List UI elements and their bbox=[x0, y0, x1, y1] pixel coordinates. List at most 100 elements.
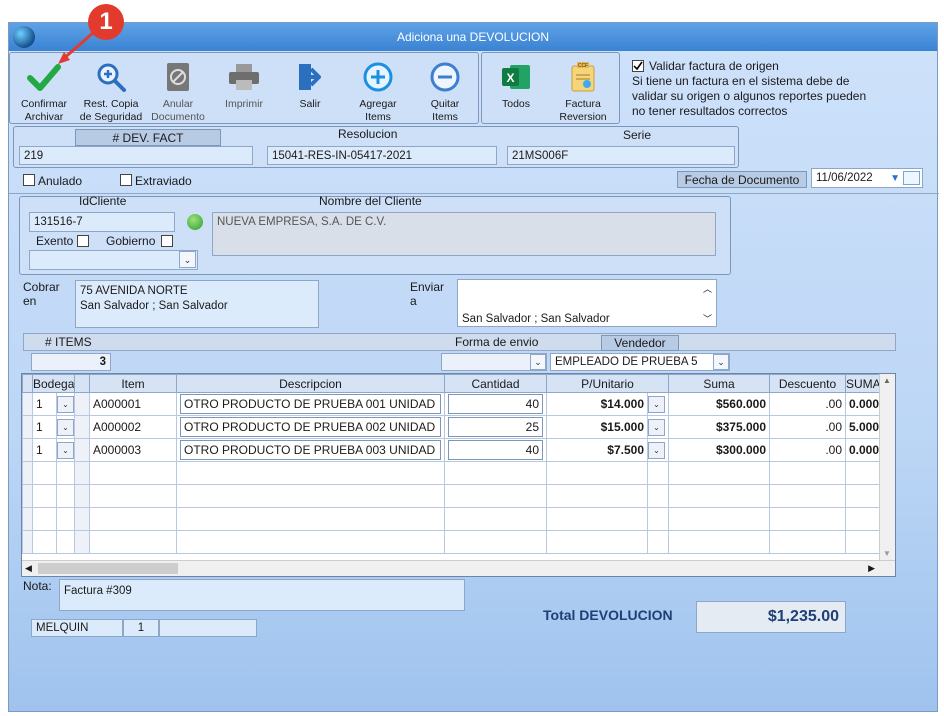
restore-backup-button[interactable]: Rest. Copia de Seguridad bbox=[77, 59, 145, 124]
row-selector[interactable] bbox=[22, 415, 33, 439]
cobrar-field[interactable]: 75 AVENIDA NORTE San Salvador ; San Salv… bbox=[75, 280, 319, 328]
item-cell[interactable]: A000002 bbox=[89, 415, 177, 439]
print-button[interactable]: Imprimir bbox=[213, 59, 275, 111]
col-punitario[interactable]: P/Unitario bbox=[546, 374, 669, 393]
suma-cell[interactable]: $375.000 bbox=[668, 415, 770, 439]
bodega-cell[interactable]: 1 bbox=[32, 415, 57, 439]
scroll-left-arrow-icon[interactable]: ◀ bbox=[25, 563, 32, 574]
cantidad-cell[interactable]: 40 bbox=[444, 438, 547, 462]
scroll-down-arrow-icon[interactable]: ▼ bbox=[883, 549, 891, 558]
date-dropdown-icon[interactable]: ▼ bbox=[890, 170, 900, 187]
scroll-thumb[interactable] bbox=[38, 563, 178, 574]
empty-row[interactable] bbox=[22, 507, 881, 531]
remove-items-button[interactable]: Quitar Items bbox=[414, 59, 476, 124]
punitario-dropdown[interactable]: ⌄ bbox=[647, 392, 669, 416]
dev-fact-field[interactable]: 219 bbox=[19, 146, 253, 165]
chevron-down-icon[interactable]: ⌄ bbox=[713, 354, 729, 370]
serie-field[interactable]: 21MS006F bbox=[507, 146, 735, 165]
bodega-dropdown[interactable]: ⌄ bbox=[56, 392, 75, 416]
chevron-down-icon[interactable]: ⌄ bbox=[648, 395, 665, 413]
chevron-down-icon[interactable]: ⌄ bbox=[57, 418, 74, 436]
annotation-arrow-icon bbox=[58, 30, 95, 64]
confirm-button[interactable]: Confirmar Archivar bbox=[13, 59, 75, 124]
table-row[interactable]: 1 ⌄ A000003 OTRO PRODUCTO DE PRUEBA 003 … bbox=[22, 438, 881, 462]
void-document-button[interactable]: Anular Documento bbox=[147, 59, 209, 124]
cantidad-cell[interactable]: 25 bbox=[444, 415, 547, 439]
item-cell[interactable]: A000003 bbox=[89, 438, 177, 462]
id-cliente-field[interactable]: 131516-7 bbox=[29, 212, 175, 232]
confirm-client-icon[interactable] bbox=[187, 214, 203, 230]
cobrar-label: Cobrar en bbox=[23, 280, 60, 308]
punitario-dropdown[interactable]: ⌄ bbox=[647, 415, 669, 439]
enviar-field[interactable]: San Salvador ; San Salvador San Salvador… bbox=[457, 279, 717, 327]
descripcion-cell[interactable]: OTRO PRODUCTO DE PRUEBA 001 UNIDAD bbox=[176, 392, 445, 416]
calendar-icon[interactable] bbox=[903, 171, 920, 185]
empty-row[interactable] bbox=[22, 461, 881, 485]
col-item[interactable]: Item bbox=[89, 374, 177, 393]
items-table: Bodega Item Descripcion Cantidad P/Unita… bbox=[22, 374, 881, 554]
chevron-down-icon[interactable]: ⌄ bbox=[648, 441, 665, 459]
item-cell[interactable]: A000001 bbox=[89, 392, 177, 416]
descuento-cell[interactable]: .00 bbox=[769, 415, 846, 439]
bodega-dropdown[interactable]: ⌄ bbox=[56, 415, 75, 439]
col-bodega[interactable]: Bodega bbox=[32, 374, 75, 393]
descuento-cell[interactable]: .00 bbox=[769, 438, 846, 462]
nombre-cliente-field[interactable]: NUEVA EMPRESA, S.A. DE C.V. bbox=[212, 212, 716, 256]
suma-cell[interactable]: $560.000 bbox=[668, 392, 770, 416]
descripcion-cell[interactable]: OTRO PRODUCTO DE PRUEBA 002 UNIDAD bbox=[176, 415, 445, 439]
descuento-cell[interactable]: .00 bbox=[769, 392, 846, 416]
horizontal-scrollbar[interactable]: ◀ ▶ bbox=[22, 560, 895, 576]
export-all-button[interactable]: X Todos bbox=[485, 59, 547, 111]
col-cantidad[interactable]: Cantidad bbox=[444, 374, 547, 393]
suma-total-cell[interactable]: 0.000 bbox=[845, 438, 881, 462]
anulado-checkbox[interactable] bbox=[23, 174, 35, 186]
bodega-cell[interactable]: 1 bbox=[32, 438, 57, 462]
scroll-right-arrow-icon[interactable]: ▶ bbox=[868, 563, 875, 574]
vendedor-select[interactable]: EMPLEADO DE PRUEBA 5 ⌄ bbox=[550, 353, 730, 371]
punitario-cell[interactable]: $14.000 bbox=[546, 392, 648, 416]
resolution-field[interactable]: 15041-RES-IN-05417-2021 bbox=[267, 146, 497, 165]
row-selector[interactable] bbox=[22, 392, 33, 416]
empty-row[interactable] bbox=[22, 530, 881, 554]
bodega-cell[interactable]: 1 bbox=[32, 392, 57, 416]
vertical-scrollbar[interactable]: ▲ ▼ bbox=[879, 374, 895, 560]
punitario-dropdown[interactable]: ⌄ bbox=[647, 438, 669, 462]
chevron-down-icon[interactable]: ⌄ bbox=[57, 441, 74, 459]
col-descuento[interactable]: Descuento bbox=[769, 374, 846, 393]
exento-checkbox[interactable] bbox=[77, 235, 89, 247]
cantidad-cell[interactable]: 40 bbox=[444, 392, 547, 416]
grid-header-row: Bodega Item Descripcion Cantidad P/Unita… bbox=[22, 374, 881, 393]
exit-button[interactable]: Salir bbox=[279, 59, 341, 111]
bodega-dropdown[interactable]: ⌄ bbox=[56, 438, 75, 462]
table-row[interactable]: 1 ⌄ A000001 OTRO PRODUCTO DE PRUEBA 001 … bbox=[22, 392, 881, 416]
chevron-down-icon[interactable]: ⌄ bbox=[179, 251, 196, 268]
col-suma[interactable]: Suma bbox=[668, 374, 770, 393]
empty-row[interactable] bbox=[22, 484, 881, 508]
suma-cell[interactable]: $300.000 bbox=[668, 438, 770, 462]
table-row[interactable]: 1 ⌄ A000002 OTRO PRODUCTO DE PRUEBA 002 … bbox=[22, 415, 881, 439]
chevron-down-icon[interactable]: ⌄ bbox=[530, 354, 546, 370]
col-suma-total[interactable]: SUMA bbox=[845, 374, 881, 393]
suma-total-cell[interactable]: 5.000 bbox=[845, 415, 881, 439]
suma-total-cell[interactable]: 0.000 bbox=[845, 392, 881, 416]
scroll-up-arrow-icon[interactable]: ▲ bbox=[883, 376, 891, 385]
chevron-down-icon[interactable]: ⌄ bbox=[57, 395, 74, 413]
scroll-up-icon[interactable]: ︿ bbox=[703, 282, 712, 297]
gobierno-label: Gobierno bbox=[106, 234, 156, 248]
row-selector[interactable] bbox=[22, 438, 33, 462]
col-descripcion[interactable]: Descripcion bbox=[176, 374, 445, 393]
add-items-button[interactable]: Agregar Items bbox=[347, 59, 409, 124]
invoice-reversal-button[interactable]: CCF Factura Reversion bbox=[551, 59, 615, 124]
nota-field[interactable]: Factura #309 bbox=[59, 579, 465, 611]
extraviado-checkbox[interactable] bbox=[120, 174, 132, 186]
gobierno-checkbox[interactable] bbox=[161, 235, 173, 247]
fecha-documento-field[interactable]: 11/06/2022 ▼ bbox=[811, 168, 923, 188]
chevron-down-icon[interactable]: ⌄ bbox=[648, 418, 665, 436]
forma-envio-select[interactable]: ⌄ bbox=[441, 353, 547, 371]
descripcion-cell[interactable]: OTRO PRODUCTO DE PRUEBA 003 UNIDAD bbox=[176, 438, 445, 462]
scroll-down-icon[interactable]: ﹀ bbox=[703, 312, 712, 326]
punitario-cell[interactable]: $7.500 bbox=[546, 438, 648, 462]
client-select[interactable]: ⌄ bbox=[29, 250, 198, 270]
punitario-cell[interactable]: $15.000 bbox=[546, 415, 648, 439]
validate-checkbox[interactable] bbox=[632, 60, 644, 72]
